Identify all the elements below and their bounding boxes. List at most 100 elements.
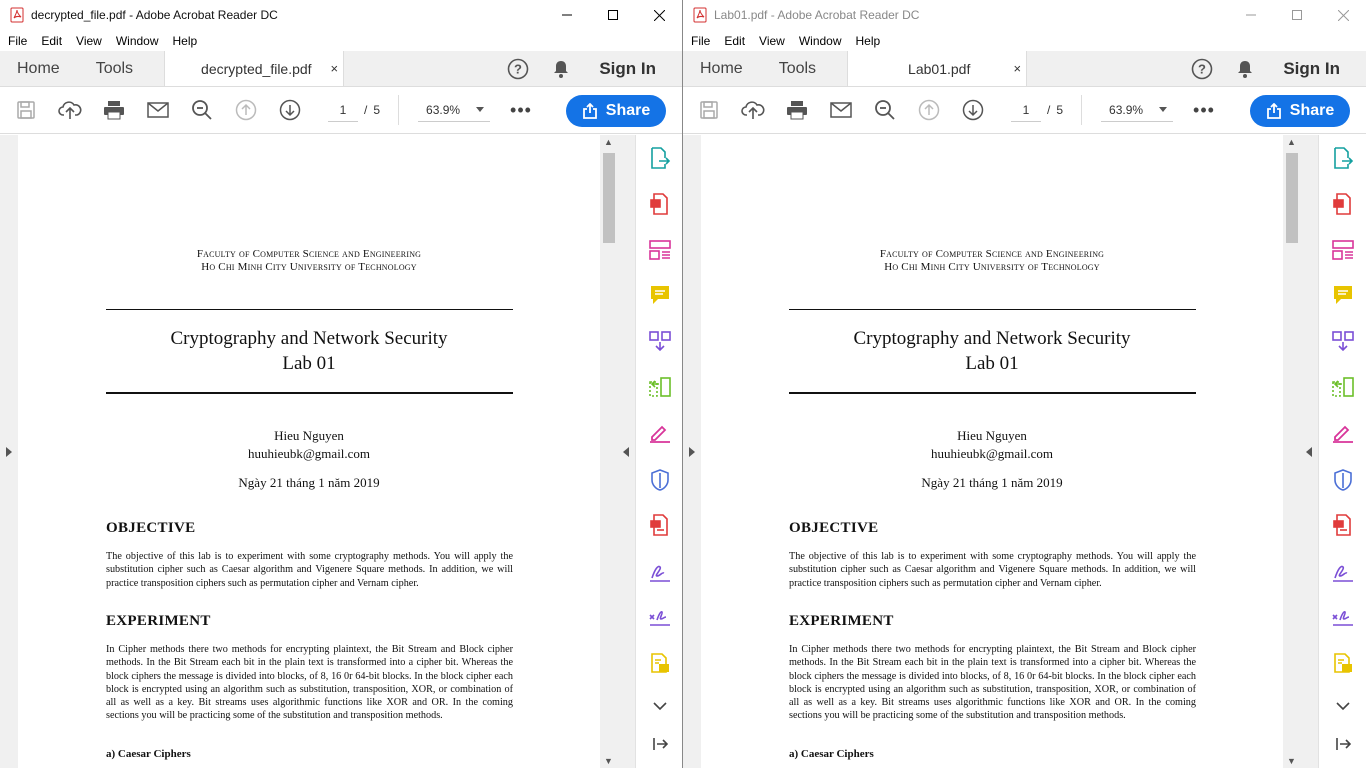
menu-window[interactable]: Window xyxy=(109,34,166,48)
notifications-bell-icon[interactable] xyxy=(551,59,571,79)
send-for-signature-icon[interactable] xyxy=(1331,605,1355,629)
tab-home[interactable]: Home xyxy=(683,51,761,86)
scroll-up-icon[interactable]: ▲ xyxy=(1287,137,1296,147)
menu-file[interactable]: File xyxy=(0,34,34,48)
export-pdf-icon[interactable] xyxy=(1331,146,1355,170)
menu-view[interactable]: View xyxy=(69,34,109,48)
title-bar[interactable]: decrypted_file.pdf - Adobe Acrobat Reade… xyxy=(0,0,682,30)
minimize-button[interactable] xyxy=(544,0,590,30)
previous-page-icon[interactable] xyxy=(907,87,951,134)
document-area: Faculty of Computer Science and Engineer… xyxy=(683,135,1366,768)
fill-sign-icon[interactable] xyxy=(648,560,672,584)
tab-tools[interactable]: Tools xyxy=(761,51,834,86)
save-icon[interactable] xyxy=(4,87,48,134)
page-number-input[interactable]: 1 xyxy=(1011,98,1041,122)
print-icon[interactable] xyxy=(775,87,819,134)
sign-in-button[interactable]: Sign In xyxy=(1283,59,1340,79)
compress-pdf-icon[interactable] xyxy=(648,513,672,537)
comment-icon[interactable] xyxy=(648,283,672,307)
organize-pages-icon[interactable] xyxy=(648,375,672,399)
share-button[interactable]: Share xyxy=(566,95,666,127)
menu-edit[interactable]: Edit xyxy=(717,34,752,48)
email-icon[interactable] xyxy=(819,87,863,134)
close-button[interactable] xyxy=(1320,0,1366,30)
author-email: huuhieubk@gmail.com xyxy=(930,446,1054,461)
protect-icon[interactable] xyxy=(648,468,672,492)
collapse-panel-icon[interactable] xyxy=(1331,732,1355,756)
organize-pages-icon[interactable] xyxy=(1331,375,1355,399)
send-for-comments-icon[interactable] xyxy=(648,652,672,676)
tab-document[interactable]: Lab01.pdf × xyxy=(847,51,1028,86)
maximize-button[interactable] xyxy=(590,0,636,30)
chevron-down-icon[interactable] xyxy=(648,694,672,718)
scrollbar-thumb[interactable] xyxy=(603,153,615,243)
left-panel-toggle[interactable] xyxy=(683,135,701,768)
vertical-scrollbar[interactable]: ▲ ▼ xyxy=(600,135,617,768)
previous-page-icon[interactable] xyxy=(224,87,268,134)
upload-cloud-icon[interactable] xyxy=(48,87,92,134)
tab-close-icon[interactable]: × xyxy=(1013,61,1026,76)
more-tools-icon[interactable]: ••• xyxy=(1193,100,1215,121)
combine-files-icon[interactable] xyxy=(1331,329,1355,353)
right-panel-toggle[interactable] xyxy=(617,135,635,768)
help-icon[interactable]: ? xyxy=(507,58,529,80)
zoom-search-icon[interactable] xyxy=(863,87,907,134)
objective-heading: OBJECTIVE xyxy=(789,520,879,536)
scroll-down-icon[interactable]: ▼ xyxy=(604,756,613,766)
print-icon[interactable] xyxy=(92,87,136,134)
dropdown-arrow-icon xyxy=(1159,107,1168,112)
menu-file[interactable]: File xyxy=(683,34,717,48)
save-icon[interactable] xyxy=(687,87,731,134)
menu-help[interactable]: Help xyxy=(849,34,888,48)
zoom-select[interactable]: 63.9% xyxy=(418,98,491,122)
share-button[interactable]: Share xyxy=(1250,95,1350,127)
collapse-panel-icon[interactable] xyxy=(648,732,672,756)
next-page-icon[interactable] xyxy=(268,87,312,134)
page-number-input[interactable]: 1 xyxy=(328,98,358,122)
redact-icon[interactable] xyxy=(648,421,672,445)
right-panel-toggle[interactable] xyxy=(1300,135,1318,768)
notifications-bell-icon[interactable] xyxy=(1235,59,1255,79)
send-for-comments-icon[interactable] xyxy=(1331,652,1355,676)
edit-pdf-icon[interactable] xyxy=(648,238,672,262)
send-for-signature-icon[interactable] xyxy=(648,605,672,629)
menu-view[interactable]: View xyxy=(752,34,792,48)
protect-icon[interactable] xyxy=(1331,468,1355,492)
title-bar[interactable]: Lab01.pdf - Adobe Acrobat Reader DC xyxy=(683,0,1366,30)
upload-cloud-icon[interactable] xyxy=(731,87,775,134)
tab-document[interactable]: decrypted_file.pdf × xyxy=(164,51,345,86)
chevron-down-icon[interactable] xyxy=(1331,694,1355,718)
next-page-icon[interactable] xyxy=(951,87,995,134)
help-icon[interactable]: ? xyxy=(1191,58,1213,80)
more-tools-icon[interactable]: ••• xyxy=(510,100,532,121)
vertical-scrollbar[interactable]: ▲ ▼ xyxy=(1283,135,1300,768)
redact-icon[interactable] xyxy=(1331,421,1355,445)
maximize-button[interactable] xyxy=(1274,0,1320,30)
zoom-select[interactable]: 63.9% xyxy=(1101,98,1174,122)
fill-sign-icon[interactable] xyxy=(1331,560,1355,584)
menu-edit[interactable]: Edit xyxy=(34,34,69,48)
export-pdf-icon[interactable] xyxy=(648,146,672,170)
svg-text:?: ? xyxy=(1198,62,1206,77)
create-pdf-icon[interactable] xyxy=(1331,192,1355,216)
menu-window[interactable]: Window xyxy=(792,34,849,48)
email-icon[interactable] xyxy=(136,87,180,134)
scroll-down-icon[interactable]: ▼ xyxy=(1287,756,1296,766)
zoom-search-icon[interactable] xyxy=(180,87,224,134)
sign-in-button[interactable]: Sign In xyxy=(599,59,656,79)
create-pdf-icon[interactable] xyxy=(648,192,672,216)
scroll-up-icon[interactable]: ▲ xyxy=(604,137,613,147)
left-panel-toggle[interactable] xyxy=(0,135,18,768)
combine-files-icon[interactable] xyxy=(648,329,672,353)
tab-tools[interactable]: Tools xyxy=(78,51,151,86)
compress-pdf-icon[interactable] xyxy=(1331,513,1355,537)
minimize-button[interactable] xyxy=(1228,0,1274,30)
pdf-app-icon xyxy=(693,7,707,23)
menu-help[interactable]: Help xyxy=(166,34,205,48)
edit-pdf-icon[interactable] xyxy=(1331,238,1355,262)
tab-home[interactable]: Home xyxy=(0,51,78,86)
close-button[interactable] xyxy=(636,0,682,30)
comment-icon[interactable] xyxy=(1331,283,1355,307)
scrollbar-thumb[interactable] xyxy=(1286,153,1298,243)
tab-close-icon[interactable]: × xyxy=(330,61,343,76)
